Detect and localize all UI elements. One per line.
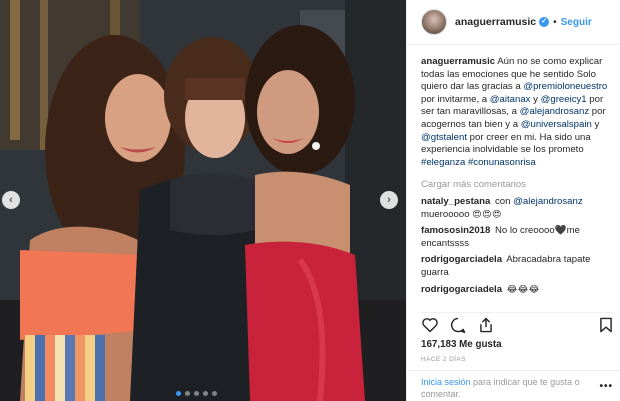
emoji-text: 😂😂😂 [506,284,540,295]
mention-link[interactable]: @greeicy1 [541,94,587,105]
comment-icon[interactable] [449,317,467,333]
comment-username[interactable]: famososin2018 [421,225,490,236]
comment-text: muerooooo [421,208,473,220]
verified-badge-icon: ✓ [539,17,550,27]
heart-icon[interactable] [421,317,439,333]
emoji-text: 😍😍😍 [472,209,502,220]
caption-text: por invitarme, a [421,93,490,105]
next-slide-button[interactable]: › [380,191,398,209]
mention-link[interactable]: @premioloneuestro [523,81,607,92]
post-photo[interactable]: ‹ › [0,0,406,401]
follow-button[interactable]: Seguir [561,17,592,28]
more-options-icon[interactable]: ••• [599,381,613,393]
comment-item: nataly_pestana con @alejandrosanz mueroo… [421,196,613,221]
carousel-dot [176,391,181,396]
post-timestamp: HACE 2 DÍAS [421,356,466,363]
likes-count[interactable]: 167,183 Me gusta [421,339,502,350]
caption-text: y [591,118,600,130]
bookmark-icon[interactable] [599,317,613,333]
hashtag-link[interactable]: #eleganza [421,157,465,168]
comment-username[interactable]: rodrigogarciadela [421,254,502,265]
post-side-panel: anaguerramusic ✓ • Seguir anaguerramusic… [406,0,620,401]
mention-link[interactable]: @alejandrosanz [513,196,582,207]
mention-link[interactable]: @gtstalent [421,132,467,143]
mention-link[interactable]: @universalspain [521,119,592,130]
comment-username[interactable]: rodrigogarciadela [421,284,502,295]
comment-item: rodrigogarciadela 😂😂😂 [421,284,613,297]
separator-dot: • [553,16,557,28]
caption-text: y [530,93,541,105]
carousel-dot [212,391,217,396]
comment-item: famososin2018 No lo creoooo🖤me encantsss… [421,225,613,250]
carousel-dots [176,391,217,396]
photo-image [0,0,406,401]
action-bar [421,312,613,334]
carousel-dot [185,391,190,396]
avatar[interactable] [421,9,447,35]
carousel-dot [194,391,199,396]
share-icon[interactable] [477,317,495,333]
mention-link[interactable]: @alejandrosanz [520,106,589,117]
mention-link[interactable]: @aitanax [490,94,531,105]
comment-text: con [495,195,514,207]
login-prompt: Inicia sesión para indicar que te gusta … [407,370,620,401]
comment-item: rodrigogarciadela Abracadabra tapate gua… [421,254,613,279]
post-header: anaguerramusic ✓ • Seguir [407,0,620,45]
hashtag-link[interactable]: #conunasonrisa [468,157,536,168]
load-more-comments-button[interactable]: Cargar más comentarios [421,179,613,192]
caption-username[interactable]: anaguerramusic [421,56,495,67]
previous-slide-button[interactable]: ‹ [2,191,20,209]
post-caption: anaguerramusic Aún no se como explicar t… [421,56,613,169]
carousel-dot [203,391,208,396]
login-link[interactable]: Inicia sesión [421,377,471,387]
username-link[interactable]: anaguerramusic [455,16,536,28]
comments-section: anaguerramusic Aún no se como explicar t… [421,56,613,296]
comment-username[interactable]: nataly_pestana [421,196,490,207]
